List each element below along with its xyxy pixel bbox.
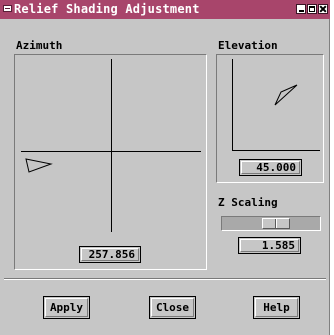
elevation-horizontal-axis [232, 150, 320, 151]
z-scaling-label: Z Scaling [218, 196, 278, 209]
elevation-direction-arrow[interactable] [272, 81, 300, 109]
apply-button-label: Apply [45, 298, 88, 317]
z-scaling-value: 1.585 [240, 239, 299, 252]
azimuth-panel[interactable]: 257.856 [14, 54, 207, 270]
close-button-label: Close [151, 298, 194, 317]
relief-shading-dialog: Relief Shading Adjustment Azimuth 257.85… [0, 0, 330, 335]
help-button[interactable]: Help [253, 296, 300, 319]
azimuth-direction-arrow[interactable] [24, 157, 54, 175]
azimuth-value: 257.856 [81, 248, 139, 261]
azimuth-vertical-axis [111, 59, 112, 232]
close-icon[interactable] [318, 4, 328, 14]
z-scaling-slider-thumb[interactable] [262, 218, 290, 229]
elevation-panel[interactable]: 45.000 [216, 54, 324, 183]
button-separator [4, 278, 326, 280]
elevation-label: Elevation [218, 39, 278, 52]
elevation-value: 45.000 [241, 161, 300, 174]
elevation-vertical-axis [232, 59, 233, 151]
minimize-icon[interactable] [296, 4, 306, 14]
window-menu-icon[interactable] [3, 5, 12, 12]
maximize-icon[interactable] [307, 4, 317, 14]
azimuth-horizontal-axis [21, 151, 201, 152]
close-button[interactable]: Close [149, 296, 196, 319]
help-button-label: Help [255, 298, 298, 317]
elevation-value-field[interactable]: 45.000 [239, 159, 302, 176]
title-bar[interactable]: Relief Shading Adjustment [0, 0, 330, 19]
azimuth-value-field[interactable]: 257.856 [79, 246, 141, 263]
window-title: Relief Shading Adjustment [14, 2, 200, 16]
azimuth-label: Azimuth [16, 39, 63, 52]
z-scaling-value-field[interactable]: 1.585 [238, 237, 301, 254]
z-scaling-slider[interactable] [221, 216, 321, 231]
apply-button[interactable]: Apply [43, 296, 90, 319]
